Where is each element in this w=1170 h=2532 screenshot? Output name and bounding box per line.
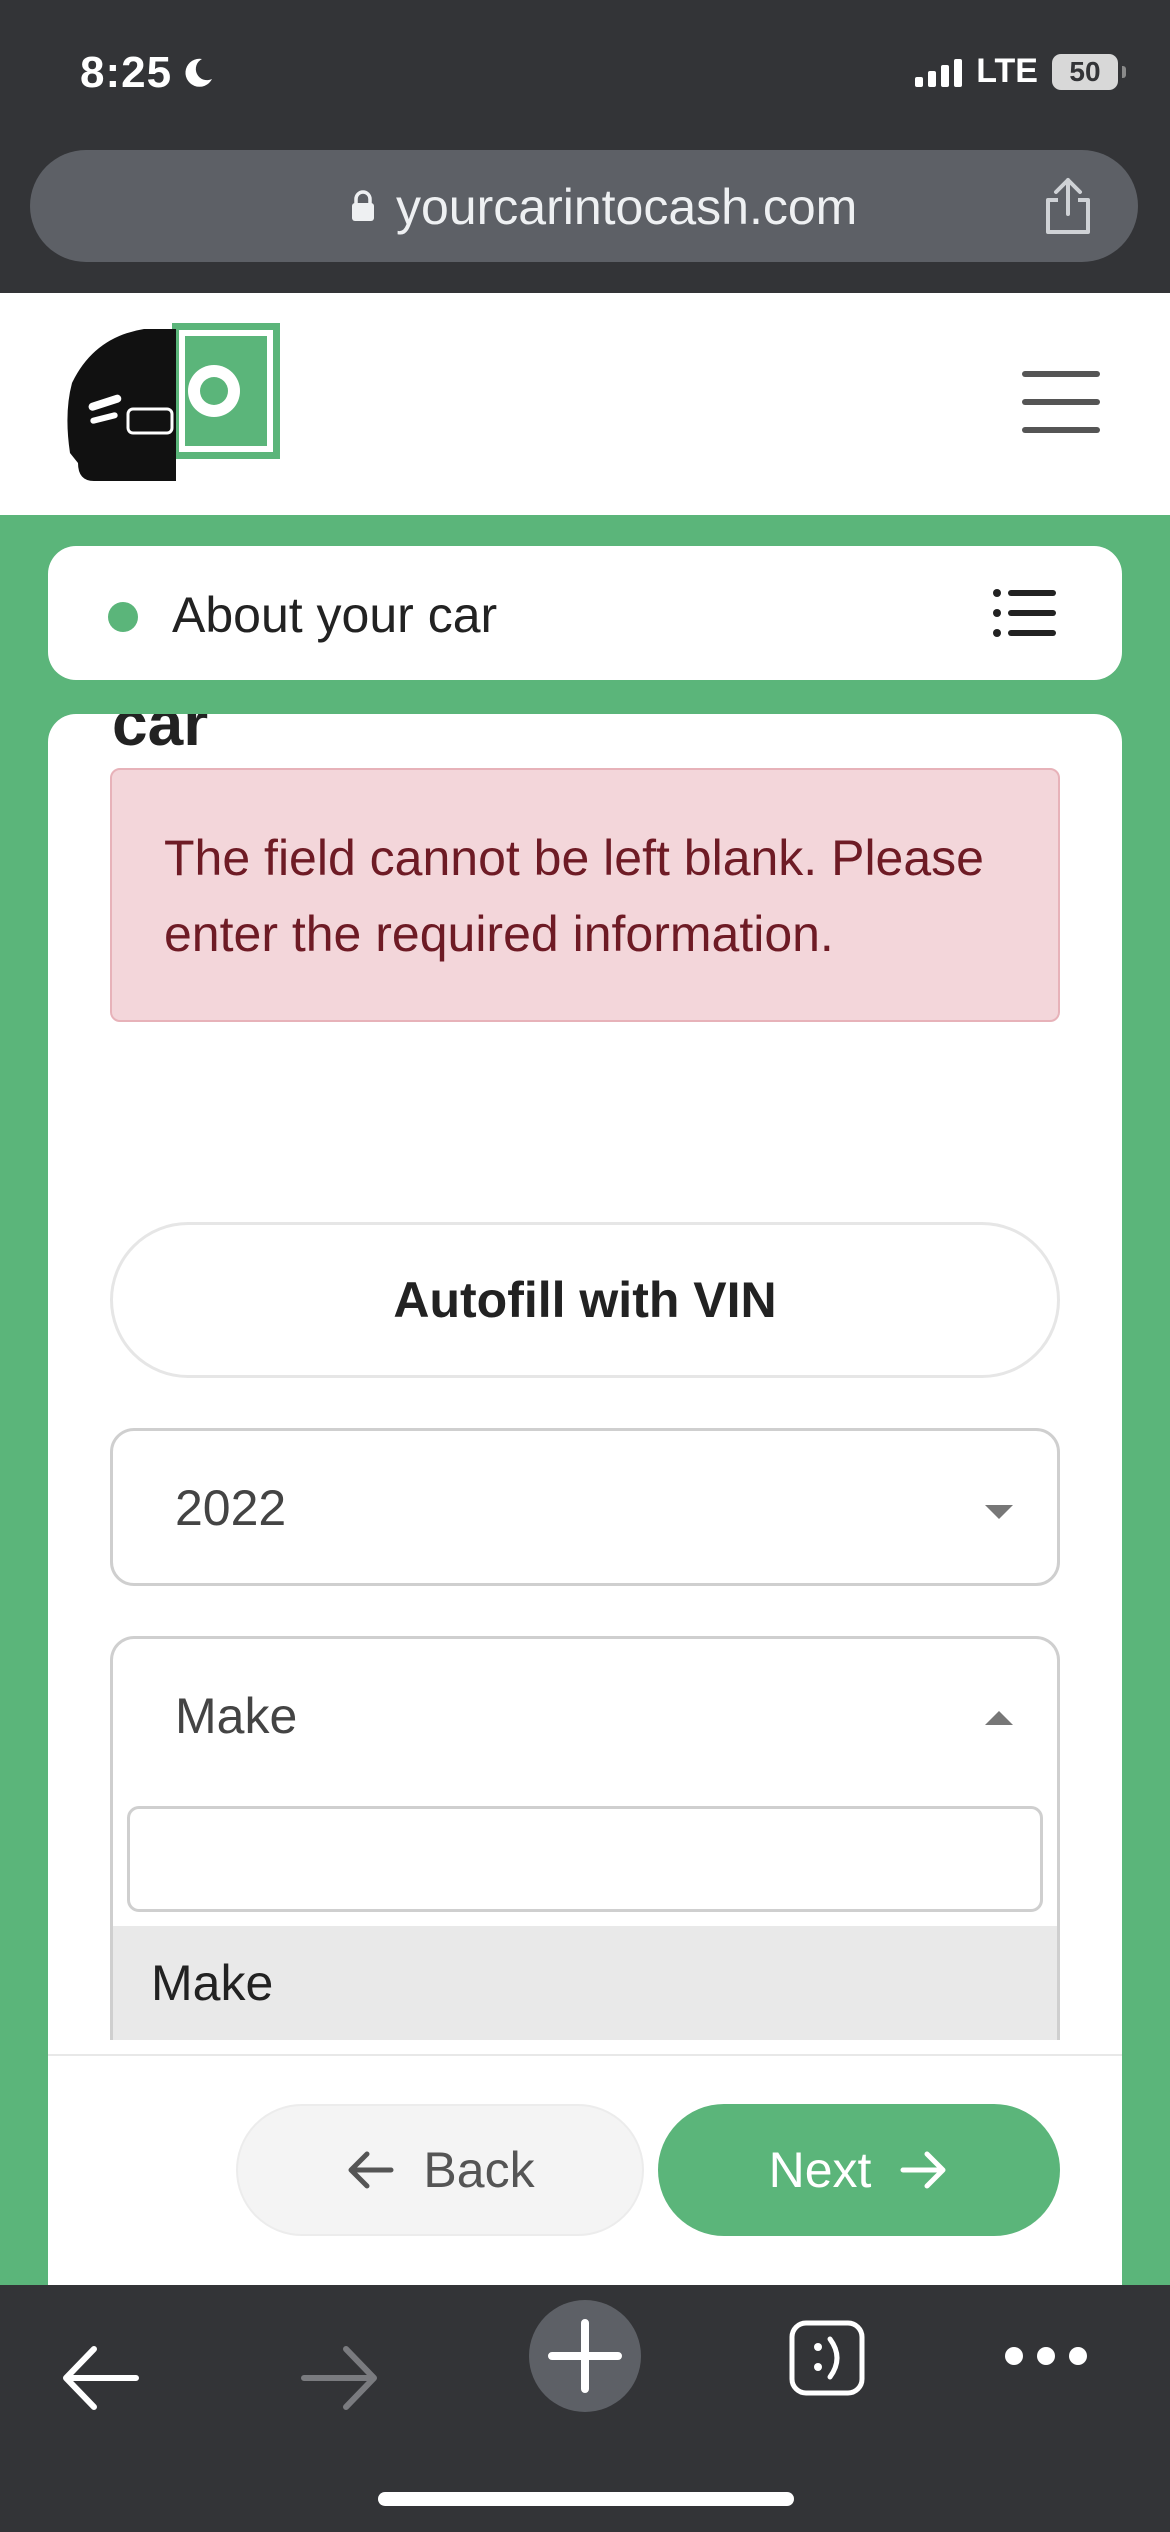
more-dots-icon[interactable] xyxy=(1002,2341,1090,2371)
share-icon[interactable] xyxy=(1038,174,1098,238)
steps-list-icon[interactable] xyxy=(992,588,1056,638)
make-dropdown: Make xyxy=(110,1792,1060,2040)
back-button[interactable]: Back xyxy=(236,2104,644,2236)
divider xyxy=(48,2054,1122,2056)
hamburger-line xyxy=(1022,427,1100,433)
url-bar[interactable]: yourcarintocash.com xyxy=(30,150,1138,262)
home-indicator[interactable] xyxy=(378,2492,794,2506)
next-button[interactable]: Next xyxy=(658,2104,1060,2236)
step-indicator-card[interactable]: About your car xyxy=(48,546,1122,680)
make-option[interactable]: Make xyxy=(113,1926,1057,2040)
arrow-right-icon xyxy=(900,2151,946,2189)
chevron-up-icon xyxy=(985,1711,1013,1725)
form-card: car The field cannot be left blank. Plea… xyxy=(48,714,1122,2285)
main-menu-button[interactable] xyxy=(1022,371,1100,433)
year-select-value: 2022 xyxy=(175,1480,287,1536)
site-header xyxy=(0,293,1170,515)
forward-arrow-icon[interactable] xyxy=(298,2343,382,2413)
step-label: About your car xyxy=(172,587,498,643)
lock-icon xyxy=(352,190,374,221)
tabs-icon[interactable] xyxy=(788,2319,866,2397)
hamburger-line xyxy=(1022,371,1100,377)
url-text: yourcarintocash.com xyxy=(396,179,858,235)
status-bar: 8:25 LTE 50 xyxy=(0,0,1170,140)
chevron-down-icon xyxy=(985,1505,1013,1519)
signal-icon xyxy=(915,57,963,87)
error-alert: The field cannot be left blank. Please e… xyxy=(110,768,1060,1022)
moon-icon xyxy=(185,58,213,87)
status-time: 8:25 xyxy=(80,48,216,98)
back-arrow-icon[interactable] xyxy=(58,2343,142,2413)
site-logo[interactable] xyxy=(64,323,280,483)
form-heading: car xyxy=(112,714,209,759)
error-message: The field cannot be left blank. Please e… xyxy=(164,830,984,962)
time-text: 8:25 xyxy=(80,48,173,97)
make-select[interactable]: Make xyxy=(110,1636,1060,1794)
arrow-left-icon xyxy=(348,2151,394,2189)
hamburger-line xyxy=(1022,399,1100,405)
year-select[interactable]: 2022 xyxy=(110,1428,1060,1586)
battery-icon: 50 xyxy=(1052,53,1126,90)
make-search-input[interactable] xyxy=(127,1806,1043,1912)
autofill-vin-button[interactable]: Autofill with VIN xyxy=(110,1222,1060,1378)
next-button-label: Next xyxy=(768,2142,872,2198)
status-indicators: LTE 50 xyxy=(915,52,1126,91)
make-select-value: Make xyxy=(175,1688,298,1744)
step-status-dot xyxy=(108,602,138,632)
new-tab-plus-icon[interactable] xyxy=(528,2299,642,2413)
battery-level: 50 xyxy=(1069,55,1101,87)
network-type: LTE xyxy=(976,52,1038,90)
back-button-label: Back xyxy=(423,2142,535,2198)
